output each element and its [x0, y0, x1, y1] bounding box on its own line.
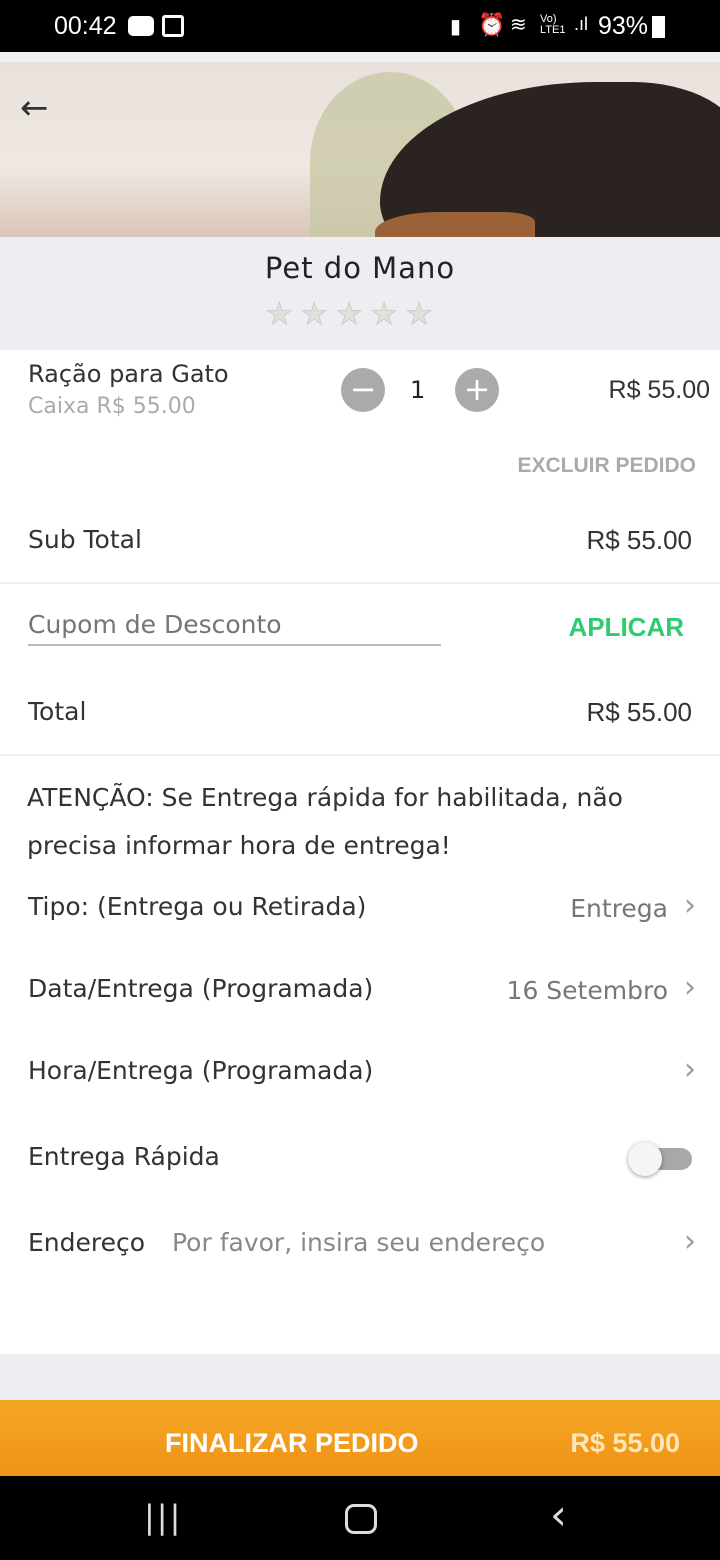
- item-unit-price: Caixa R$ 55.00: [28, 394, 196, 419]
- chevron-right-icon: ›: [684, 970, 696, 1005]
- delivery-hour-row[interactable]: Hora/Entrega (Programada) ›: [0, 1044, 720, 1104]
- store-name: Pet do Mano: [264, 251, 456, 285]
- checkout-label: FINALIZAR PEDIDO: [165, 1428, 419, 1458]
- decrease-quantity-button[interactable]: −: [341, 368, 385, 412]
- delivery-hour-label: Hora/Entrega (Programada): [28, 1056, 374, 1085]
- delivery-notice: ATENÇÃO: Se Entrega rápida for habilitad…: [27, 783, 623, 860]
- gallery-icon: [162, 15, 184, 37]
- delivery-type-row[interactable]: Tipo: (Entrega ou Retirada) Entrega ›: [0, 880, 720, 940]
- checkout-total: R$ 55.00: [570, 1428, 680, 1458]
- divider: [0, 754, 720, 756]
- store-header: Pet do Mano ★★★★★: [0, 237, 720, 350]
- youtube-icon: [128, 16, 154, 36]
- fast-delivery-label: Entrega Rápida: [28, 1142, 220, 1171]
- bottom-spacer: [0, 1354, 720, 1400]
- wifi-icon: ≋: [510, 14, 527, 36]
- item-price: R$ 55.00: [608, 376, 710, 404]
- checkout-button[interactable]: FINALIZAR PEDIDO R$ 55.00: [0, 1400, 720, 1476]
- increase-quantity-button[interactable]: +: [455, 368, 499, 412]
- delivery-type-value: Entrega: [570, 894, 668, 923]
- divider: [0, 582, 720, 584]
- home-icon[interactable]: [345, 1504, 377, 1534]
- signal-icon: .ıl: [574, 14, 589, 34]
- clock: 00:42: [54, 12, 117, 40]
- back-arrow-icon[interactable]: ←: [20, 88, 49, 128]
- subtotal-label: Sub Total: [28, 525, 142, 554]
- chevron-right-icon: ›: [684, 888, 696, 923]
- rating-stars-icon: ★★★★★: [265, 297, 441, 333]
- chevron-right-icon: ›: [684, 1224, 696, 1259]
- coupon-input[interactable]: [28, 604, 441, 646]
- back-icon[interactable]: ‹: [550, 1490, 567, 1539]
- total-value: R$ 55.00: [586, 697, 692, 727]
- fast-delivery-toggle[interactable]: [628, 1142, 692, 1176]
- network-label: Vo) LTE1: [540, 13, 566, 36]
- address-label: Endereço: [28, 1228, 146, 1257]
- system-nav-bar: ||| ‹: [0, 1476, 720, 1560]
- toggle-knob: [628, 1142, 662, 1176]
- delete-order-button[interactable]: EXCLUIR PEDIDO: [517, 454, 696, 478]
- top-band: [0, 52, 720, 62]
- dog-snout: [375, 212, 535, 237]
- battery-percent: 93%: [598, 12, 649, 40]
- address-placeholder: Por favor, insira seu endereço: [172, 1228, 546, 1257]
- status-bar: 00:42 ▮ ⏰ ≋ Vo) LTE1 .ıl 93%: [0, 0, 720, 52]
- store-banner-image: ←: [0, 62, 720, 237]
- item-name: Ração para Gato: [28, 360, 229, 388]
- delivery-date-value: 16 Setembro: [506, 976, 668, 1005]
- apply-coupon-button[interactable]: APLICAR: [568, 612, 684, 643]
- battery-saver-icon: ▮: [450, 16, 462, 38]
- battery-icon: [652, 16, 665, 38]
- fast-delivery-row: Entrega Rápida: [0, 1130, 720, 1190]
- delivery-type-label: Tipo: (Entrega ou Retirada): [28, 892, 367, 921]
- alarm-icon: ⏰: [478, 12, 506, 37]
- subtotal-value: R$ 55.00: [586, 525, 692, 555]
- delivery-date-label: Data/Entrega (Programada): [28, 974, 374, 1003]
- address-row[interactable]: Endereço Por favor, insira seu endereço …: [0, 1216, 720, 1276]
- total-label: Total: [28, 697, 87, 726]
- chevron-right-icon: ›: [684, 1052, 696, 1087]
- recent-apps-icon[interactable]: |||: [144, 1498, 182, 1536]
- item-quantity: 1: [410, 376, 426, 404]
- delivery-date-row[interactable]: Data/Entrega (Programada) 16 Setembro ›: [0, 962, 720, 1022]
